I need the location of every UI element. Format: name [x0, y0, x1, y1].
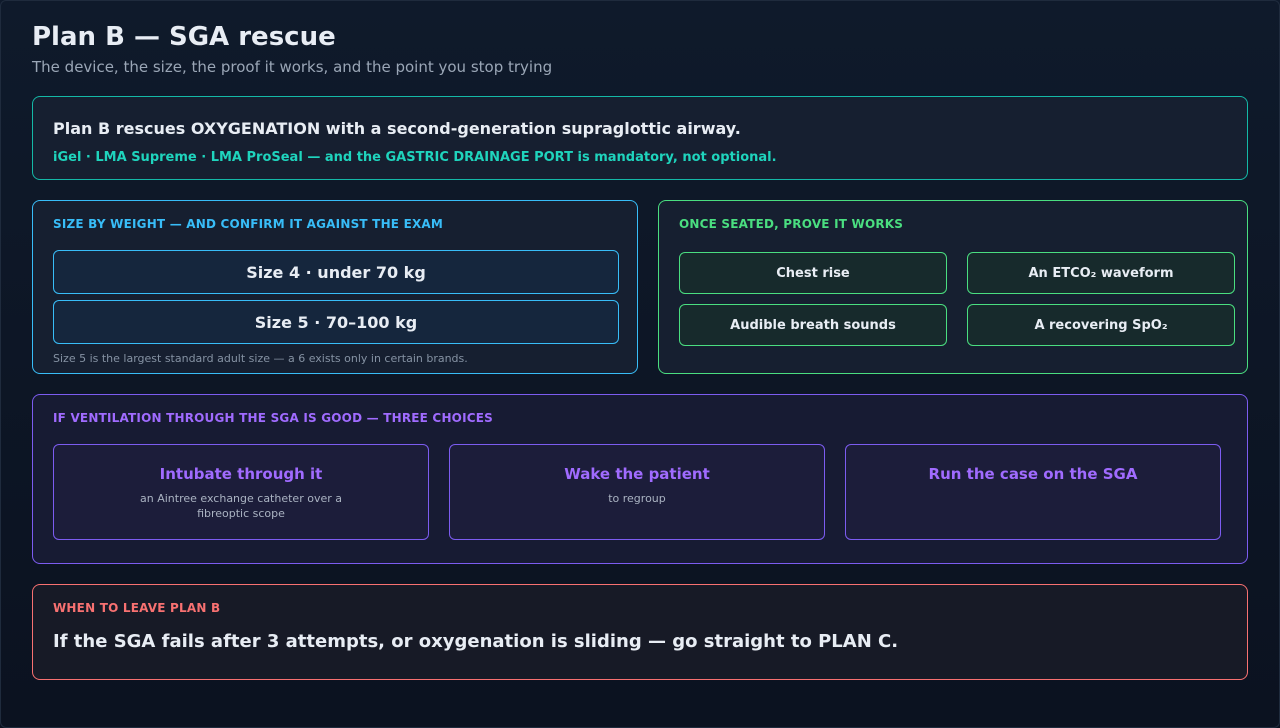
- choice-title: Intubate through it: [159, 465, 323, 483]
- page-title: Plan B — SGA rescue: [32, 22, 336, 52]
- exit-panel: WHEN TO LEAVE PLAN B If the SGA fails af…: [32, 584, 1248, 680]
- intro-panel: Plan B rescues OXYGENATION with a second…: [32, 96, 1248, 180]
- ventilation-heading: IF VENTILATION THROUGH THE SGA IS GOOD —…: [53, 411, 493, 425]
- choice-intubate: Intubate through it an Aintree exchange …: [53, 444, 429, 540]
- intro-statement: Plan B rescues OXYGENATION with a second…: [53, 119, 741, 138]
- sign-etco2-waveform: An ETCO₂ waveform: [967, 252, 1235, 294]
- choice-title: Wake the patient: [564, 465, 710, 483]
- choice-detail: to regroup: [608, 492, 666, 505]
- choice-title: Run the case on the SGA: [928, 465, 1138, 483]
- choice-detail: an Aintree exchange catheter over a fibr…: [140, 492, 342, 520]
- exit-statement: If the SGA fails after 3 attempts, or ox…: [53, 631, 899, 652]
- confirm-panel: ONCE SEATED, PROVE IT WORKS Chest rise A…: [658, 200, 1248, 374]
- ventilation-panel: IF VENTILATION THROUGH THE SGA IS GOOD —…: [32, 394, 1248, 564]
- sizing-panel: SIZE BY WEIGHT — AND CONFIRM IT AGAINST …: [32, 200, 638, 374]
- size-5-box: Size 5 · 70–100 kg: [53, 300, 619, 344]
- sign-breath-sounds: Audible breath sounds: [679, 304, 947, 346]
- choice-run-case: Run the case on the SGA: [845, 444, 1221, 540]
- sizing-heading: SIZE BY WEIGHT — AND CONFIRM IT AGAINST …: [53, 217, 444, 231]
- size-4-box: Size 4 · under 70 kg: [53, 250, 619, 294]
- page-subtitle: The device, the size, the proof it works…: [32, 58, 553, 76]
- choice-wake: Wake the patient to regroup: [449, 444, 825, 540]
- intro-devices: iGel · LMA Supreme · LMA ProSeal — and t…: [53, 150, 777, 165]
- sign-chest-rise: Chest rise: [679, 252, 947, 294]
- exit-heading: WHEN TO LEAVE PLAN B: [53, 601, 221, 615]
- sign-recovering-spo2: A recovering SpO₂: [967, 304, 1235, 346]
- confirm-heading: ONCE SEATED, PROVE IT WORKS: [679, 217, 904, 231]
- size-note: Size 5 is the largest standard adult siz…: [53, 352, 468, 365]
